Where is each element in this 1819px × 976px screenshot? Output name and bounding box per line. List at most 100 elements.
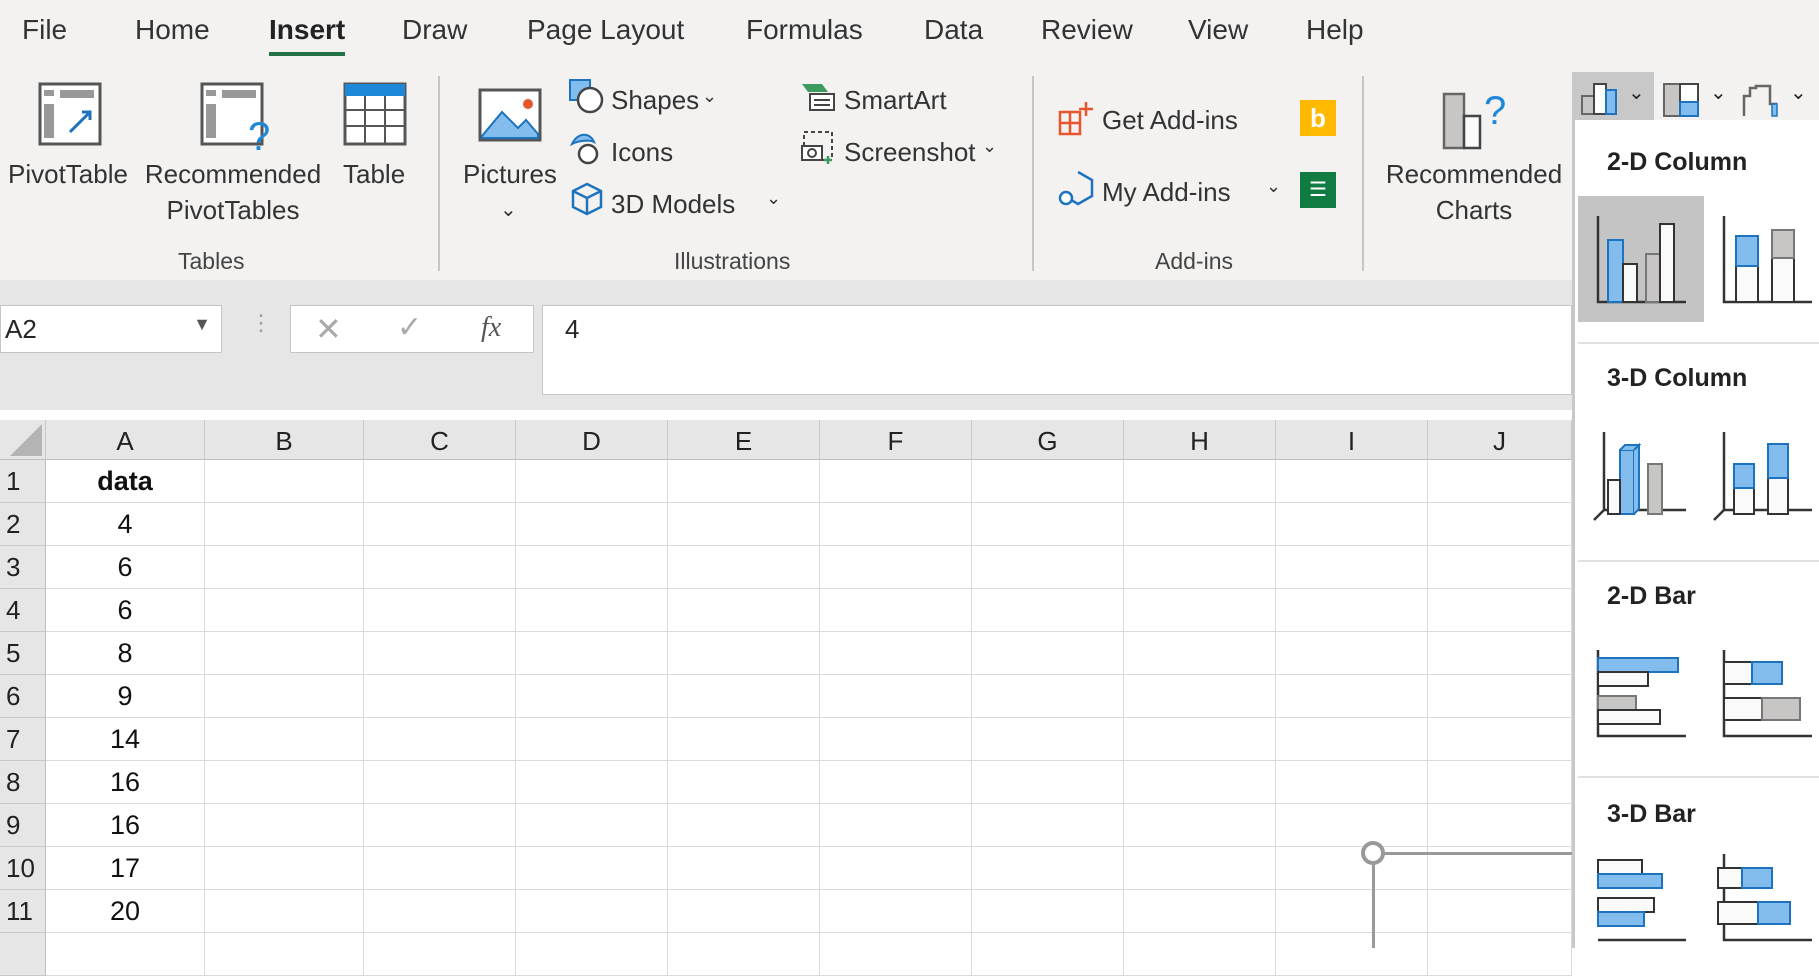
cell[interactable] bbox=[1276, 460, 1428, 503]
cell[interactable] bbox=[972, 632, 1124, 675]
cell[interactable]: 4 bbox=[46, 503, 205, 546]
cell[interactable] bbox=[820, 718, 972, 761]
cell[interactable] bbox=[1276, 632, 1428, 675]
cell[interactable] bbox=[516, 847, 668, 890]
cell[interactable] bbox=[668, 546, 820, 589]
cell[interactable] bbox=[820, 847, 972, 890]
select-all-button[interactable] bbox=[0, 420, 46, 460]
column-header-I[interactable]: I bbox=[1276, 420, 1428, 460]
name-box[interactable]: A2 ▼ bbox=[0, 305, 222, 353]
cell[interactable] bbox=[516, 503, 668, 546]
cell[interactable] bbox=[205, 503, 364, 546]
cell[interactable] bbox=[516, 632, 668, 675]
people-graph-icon[interactable]: ☰ bbox=[1300, 172, 1336, 208]
cell[interactable] bbox=[364, 460, 516, 503]
cell[interactable] bbox=[820, 589, 972, 632]
column-header-A[interactable]: A bbox=[46, 420, 205, 460]
row-header[interactable]: 2 bbox=[0, 503, 46, 546]
cell[interactable] bbox=[364, 503, 516, 546]
cell[interactable] bbox=[820, 804, 972, 847]
cell[interactable] bbox=[1428, 675, 1572, 718]
cell[interactable] bbox=[820, 675, 972, 718]
cell[interactable] bbox=[668, 632, 820, 675]
tab-help[interactable]: Help bbox=[1306, 14, 1364, 46]
row-header[interactable]: 7 bbox=[0, 718, 46, 761]
tab-formulas[interactable]: Formulas bbox=[746, 14, 863, 46]
cell[interactable] bbox=[972, 546, 1124, 589]
cell[interactable]: data bbox=[46, 460, 205, 503]
cell[interactable] bbox=[972, 675, 1124, 718]
insert-function-button[interactable]: fx bbox=[481, 312, 501, 344]
cell[interactable] bbox=[364, 675, 516, 718]
cell[interactable] bbox=[668, 804, 820, 847]
cell[interactable] bbox=[1276, 503, 1428, 546]
3d-stacked-column-option[interactable] bbox=[1704, 420, 1819, 546]
tab-review[interactable]: Review bbox=[1041, 14, 1133, 46]
cell[interactable] bbox=[972, 847, 1124, 890]
cell[interactable] bbox=[1124, 460, 1276, 503]
cell[interactable] bbox=[516, 718, 668, 761]
row-header[interactable]: 8 bbox=[0, 761, 46, 804]
cell[interactable]: 16 bbox=[46, 761, 205, 804]
cell[interactable] bbox=[205, 804, 364, 847]
cell[interactable] bbox=[516, 804, 668, 847]
cell[interactable] bbox=[364, 546, 516, 589]
cell[interactable] bbox=[1428, 546, 1572, 589]
cell[interactable] bbox=[205, 632, 364, 675]
cell[interactable] bbox=[668, 503, 820, 546]
cell[interactable] bbox=[516, 890, 668, 933]
3d-stacked-bar-option[interactable] bbox=[1704, 854, 1819, 948]
cell[interactable] bbox=[668, 890, 820, 933]
cell[interactable] bbox=[1428, 460, 1572, 503]
cell[interactable] bbox=[820, 890, 972, 933]
cell[interactable] bbox=[1428, 761, 1572, 804]
cell[interactable] bbox=[1124, 761, 1276, 804]
cell[interactable] bbox=[1124, 718, 1276, 761]
cell[interactable] bbox=[1124, 890, 1276, 933]
caret-down-icon[interactable]: ▼ bbox=[193, 314, 211, 335]
cell[interactable]: 14 bbox=[46, 718, 205, 761]
bing-maps-icon[interactable]: b bbox=[1300, 100, 1336, 136]
cell[interactable] bbox=[205, 460, 364, 503]
stacked-column-option[interactable] bbox=[1704, 196, 1819, 322]
cell[interactable]: 17 bbox=[46, 847, 205, 890]
cell[interactable] bbox=[1124, 546, 1276, 589]
row-header[interactable]: 3 bbox=[0, 546, 46, 589]
cell[interactable] bbox=[1428, 503, 1572, 546]
cell[interactable] bbox=[205, 847, 364, 890]
column-header-H[interactable]: H bbox=[1124, 420, 1276, 460]
tab-draw[interactable]: Draw bbox=[402, 14, 467, 46]
3d-clustered-column-option[interactable] bbox=[1578, 420, 1704, 546]
column-header-F[interactable]: F bbox=[820, 420, 972, 460]
cell[interactable] bbox=[820, 761, 972, 804]
hierarchy-chart-dropdown-button[interactable]: ⌄ bbox=[1660, 72, 1736, 124]
cell[interactable] bbox=[205, 675, 364, 718]
row-header[interactable]: 11 bbox=[0, 890, 46, 933]
cell[interactable] bbox=[364, 847, 516, 890]
clustered-column-option[interactable] bbox=[1578, 196, 1704, 322]
cell[interactable] bbox=[972, 890, 1124, 933]
column-header-B[interactable]: B bbox=[205, 420, 364, 460]
cell[interactable] bbox=[668, 460, 820, 503]
cell[interactable] bbox=[364, 632, 516, 675]
cell[interactable] bbox=[972, 933, 1124, 976]
cell[interactable] bbox=[820, 933, 972, 976]
cell[interactable] bbox=[1124, 933, 1276, 976]
cell[interactable] bbox=[205, 933, 364, 976]
cell[interactable] bbox=[46, 933, 205, 976]
column-header-E[interactable]: E bbox=[668, 420, 820, 460]
cell[interactable] bbox=[516, 933, 668, 976]
cell[interactable] bbox=[1428, 589, 1572, 632]
cell[interactable] bbox=[364, 804, 516, 847]
cell[interactable] bbox=[364, 718, 516, 761]
cell[interactable] bbox=[972, 718, 1124, 761]
cell[interactable] bbox=[1124, 847, 1276, 890]
cancel-icon[interactable]: ✕ bbox=[315, 310, 342, 348]
cell[interactable] bbox=[1124, 632, 1276, 675]
cell[interactable] bbox=[668, 933, 820, 976]
cell[interactable] bbox=[668, 675, 820, 718]
tab-data[interactable]: Data bbox=[924, 14, 983, 46]
cell[interactable] bbox=[1276, 761, 1428, 804]
cell[interactable] bbox=[1124, 589, 1276, 632]
cell[interactable] bbox=[516, 460, 668, 503]
